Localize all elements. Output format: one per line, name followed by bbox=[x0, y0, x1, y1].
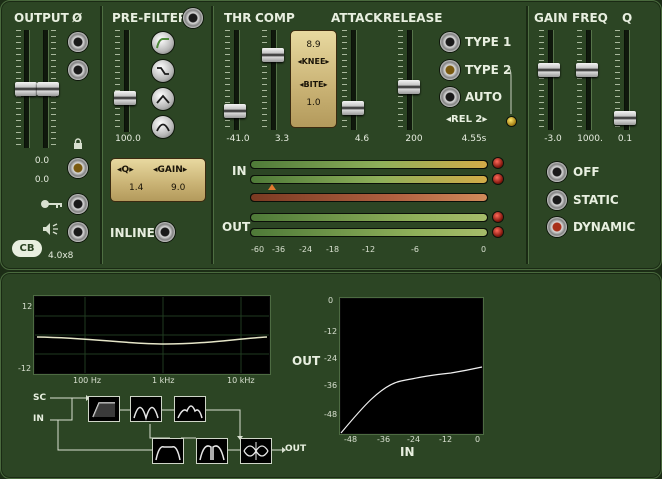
transfer-curve-plot bbox=[340, 366, 483, 434]
routing-comp-block[interactable] bbox=[196, 438, 228, 464]
transfer-x-tick: -48 bbox=[344, 435, 358, 444]
transfer-curve-graph[interactable] bbox=[340, 298, 483, 434]
transfer-y-tick: 0 bbox=[328, 296, 334, 305]
transfer-y-tick: -24 bbox=[324, 354, 338, 363]
transfer-x-tick: -36 bbox=[377, 435, 391, 444]
transfer-y-tick: -48 bbox=[324, 410, 338, 419]
limiter-block-icon bbox=[243, 442, 269, 460]
transfer-x-tick: 0 bbox=[475, 435, 481, 444]
routing-filter-block[interactable] bbox=[130, 396, 162, 422]
transfer-x-tick: -12 bbox=[439, 435, 453, 444]
routing-hpf-block[interactable] bbox=[88, 396, 120, 422]
transfer-y-tick: -36 bbox=[324, 381, 338, 390]
plugin-window: OUTPUT Ø 0.0 0.0 CB 4.0x8 PRE-FILTER 100… bbox=[0, 0, 662, 479]
routing-limiter-block[interactable] bbox=[240, 438, 272, 464]
transfer-curve-line bbox=[340, 366, 483, 434]
filter-block-icon bbox=[133, 406, 159, 421]
transfer-y-tick: -12 bbox=[324, 327, 338, 336]
transfer-x-tick: -24 bbox=[407, 435, 421, 444]
eq-block-icon bbox=[155, 446, 181, 461]
routing-dynamic-block[interactable] bbox=[174, 396, 206, 422]
dynamic-block-icon bbox=[177, 405, 203, 419]
hpf-block-icon bbox=[92, 402, 115, 418]
transfer-out-label: OUT bbox=[292, 354, 321, 368]
transfer-in-label: IN bbox=[400, 445, 415, 459]
comp-block-icon bbox=[199, 445, 225, 461]
routing-eq-block[interactable] bbox=[152, 438, 184, 464]
